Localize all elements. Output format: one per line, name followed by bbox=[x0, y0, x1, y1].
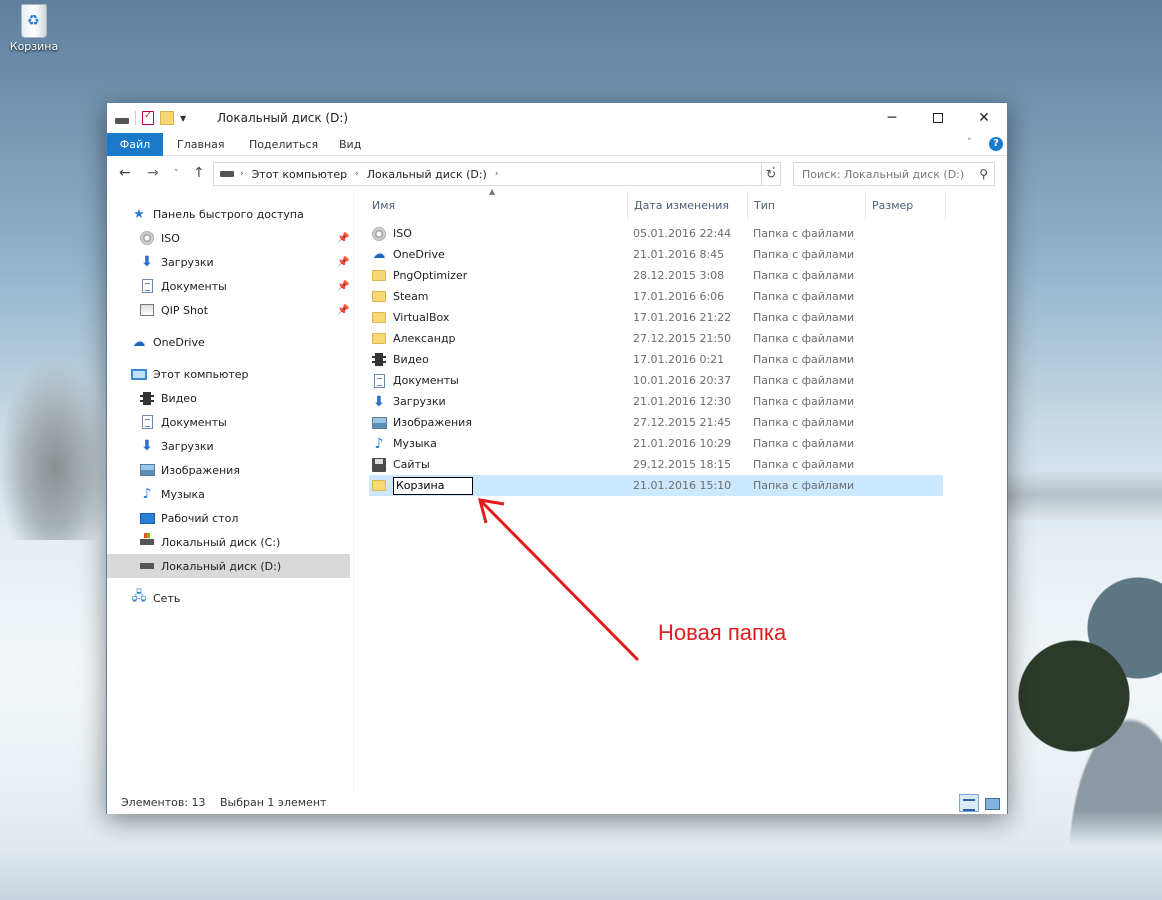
annotation-arrow-line bbox=[480, 500, 640, 662]
annotation-arrow bbox=[477, 498, 640, 662]
annotation-label: Новая папка bbox=[658, 620, 787, 645]
